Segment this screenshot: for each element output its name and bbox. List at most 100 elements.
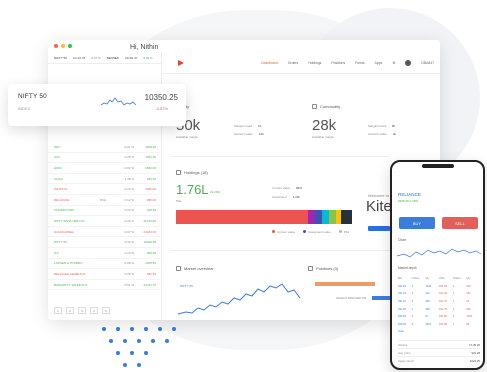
depth-total: Total (398, 328, 480, 336)
depth-cell: 4 (452, 307, 455, 311)
watchlist-price: 24184.00 (143, 229, 156, 234)
index-card[interactable]: NIFTY 50 INDEX 10350.25 -3.57% (8, 84, 186, 126)
kite-cta-button[interactable] (368, 226, 390, 231)
depth-row[interactable]: 930.95 1 67 931.80 2 1220 (398, 313, 480, 321)
nav-holdings[interactable]: Holdings (308, 61, 321, 65)
minimize-dot-icon[interactable] (61, 44, 65, 48)
watchlist-row[interactable]: RELIANCE BSE 0.12 % 995.00 (48, 195, 162, 206)
buy-button[interactable]: BUY (399, 217, 435, 229)
holdings-kv: Investment 1.23L (272, 195, 301, 199)
depth-cell: 2 (452, 315, 455, 319)
nav-orders[interactable]: Orders (288, 61, 298, 65)
depth-row[interactable]: 931.00 2 180 931.75 4 336 (398, 305, 480, 313)
watchlist-change: 0.25 % (124, 155, 134, 160)
depth-cell: 336 (466, 307, 471, 311)
page-button[interactable]: 2 (66, 307, 74, 314)
watchlist-row[interactable]: ITC 0.14 % 268.35 (48, 248, 162, 259)
depth-total-label: Total (398, 330, 404, 334)
depth-cell: 931.85 (439, 322, 447, 326)
depth-cell: 931.20 (398, 284, 406, 288)
maximize-dot-icon[interactable] (68, 44, 72, 48)
bell-icon[interactable]: ⚙ (392, 61, 395, 65)
depth-row[interactable]: 931.15 1 412 931.60 2 781 (398, 290, 480, 298)
watchlist-row[interactable]: ONGC 1.48 % 183.60 (48, 174, 162, 185)
position-label: SHIELD-1890 SEP PE (336, 296, 367, 300)
market-line (177, 283, 301, 315)
watchlist-change: 0.14 % (124, 250, 134, 255)
bar-segment (322, 210, 330, 224)
phone-symbol: RELIANCE (398, 192, 421, 197)
position-bar (315, 282, 375, 286)
watchlist-row[interactable]: GOLDGUINEA 0.07 % 24184.00 (48, 227, 162, 238)
index-change: 0.47 % (91, 55, 101, 60)
dot (137, 339, 141, 343)
nav-apps[interactable]: Apps (375, 61, 383, 65)
nav-dashboard[interactable]: Dashboard (261, 61, 278, 65)
index-value: 10126.95 (72, 55, 86, 60)
top-navigation: Dashboard Orders Holdings Positions Fund… (162, 52, 440, 74)
depth-cell: 931.00 (398, 307, 406, 311)
depth-cell: 54 (466, 300, 470, 304)
bar-segment (315, 210, 323, 224)
watchlist-row[interactable]: BANKNIFTY 20FEB FUT 0.51 % 24722.75 (48, 280, 162, 291)
watchlist-symbol: ONGC (54, 176, 63, 181)
watchlist-change: 0.26 % (124, 218, 134, 223)
depth-cell: 1220 (466, 315, 473, 319)
page-button[interactable]: 3 (78, 307, 86, 314)
watchlist-row[interactable]: INFOSYS 0.22 % 1182.65 (48, 184, 162, 195)
watchlist-price: 1305.50 (145, 261, 156, 266)
page-button[interactable]: 4 (90, 307, 98, 314)
depth-row[interactable]: 931.10 3 905 931.70 1 54 (398, 298, 480, 306)
dot (116, 327, 120, 331)
watchlist-symbol: TATAMOTORS (54, 208, 75, 213)
kite-logo-icon[interactable] (178, 59, 184, 66)
user-id[interactable]: DBA847 (421, 61, 434, 65)
bar-segment (176, 210, 308, 224)
page-button[interactable]: 1 (54, 307, 62, 314)
depth-row[interactable]: 931.20 2 1234 931.55 1 203 (398, 283, 480, 291)
divider (170, 156, 390, 157)
phone-chart[interactable] (396, 244, 482, 262)
watchlist-row[interactable]: ACC 0.25 % 1181.90 (48, 153, 162, 164)
sell-button[interactable]: SELL (442, 217, 478, 229)
watchlist-row[interactable]: RELIANCE 19FEB FUT 0.28 % 942.40 (48, 269, 162, 280)
nav-funds[interactable]: Funds (355, 61, 364, 65)
index-strip: NIFTY 50 10126.95 0.47 % SENSEX 33399.40… (48, 52, 161, 64)
watchlist-row[interactable]: HDFC 0.82 % 1833.00 (48, 163, 162, 174)
dot (144, 327, 148, 331)
close-dot-icon[interactable] (54, 44, 58, 48)
watchlist-row[interactable]: LARSEN & TOUBRO 0.09 % 1305.50 (48, 259, 162, 270)
watchlist-row[interactable]: NIFTY 50 0.42 % 10226.95 (48, 237, 162, 248)
depth-header-cell: Orders (411, 277, 420, 281)
depth-row[interactable]: 930.90 5 2014 931.85 1 88 (398, 321, 480, 329)
legend-item: Investment value (303, 230, 331, 234)
holdings-bar[interactable] (176, 210, 353, 224)
watchlist-change: 0.09 % (124, 261, 134, 266)
watchlist-row[interactable]: NIFTY BANK FEB FUT 0.26 % 26724.00 (48, 216, 162, 227)
bar-segment (308, 210, 316, 224)
dot (102, 327, 106, 331)
target-icon (308, 266, 313, 271)
dot (158, 327, 162, 331)
market-overview-chart[interactable] (176, 278, 304, 318)
avatar[interactable] (405, 59, 412, 66)
depth-cell: 930.95 (398, 315, 406, 319)
commodity-kv: Account value 2k (368, 132, 397, 136)
nav-positions[interactable]: Positions (331, 61, 345, 65)
holdings-pct: 32.29% (210, 190, 221, 194)
page-button[interactable]: 5 (102, 307, 110, 314)
depth-cell: 3 (411, 300, 414, 304)
depth-cell: 905 (425, 300, 430, 304)
watchlist-row[interactable]: TATAMOTORS 0.24 % 418.45 (48, 206, 162, 217)
stat-value: 931.28 (471, 350, 480, 355)
watchlist-price: 1833.00 (145, 165, 156, 170)
stat-label: Avg. price (398, 350, 411, 355)
index-change: 0.40 % (143, 55, 153, 60)
watchlist-row[interactable]: INFY 0.21 % 1108.40 (48, 142, 162, 153)
card-change: -3.57% (155, 106, 168, 111)
depth-cell: 203 (466, 284, 471, 288)
depth-cell: 931.75 (439, 307, 447, 311)
watchlist-price: 26724.00 (143, 218, 156, 223)
watchlist-price: 418.45 (146, 208, 156, 213)
drop-icon (312, 104, 317, 109)
